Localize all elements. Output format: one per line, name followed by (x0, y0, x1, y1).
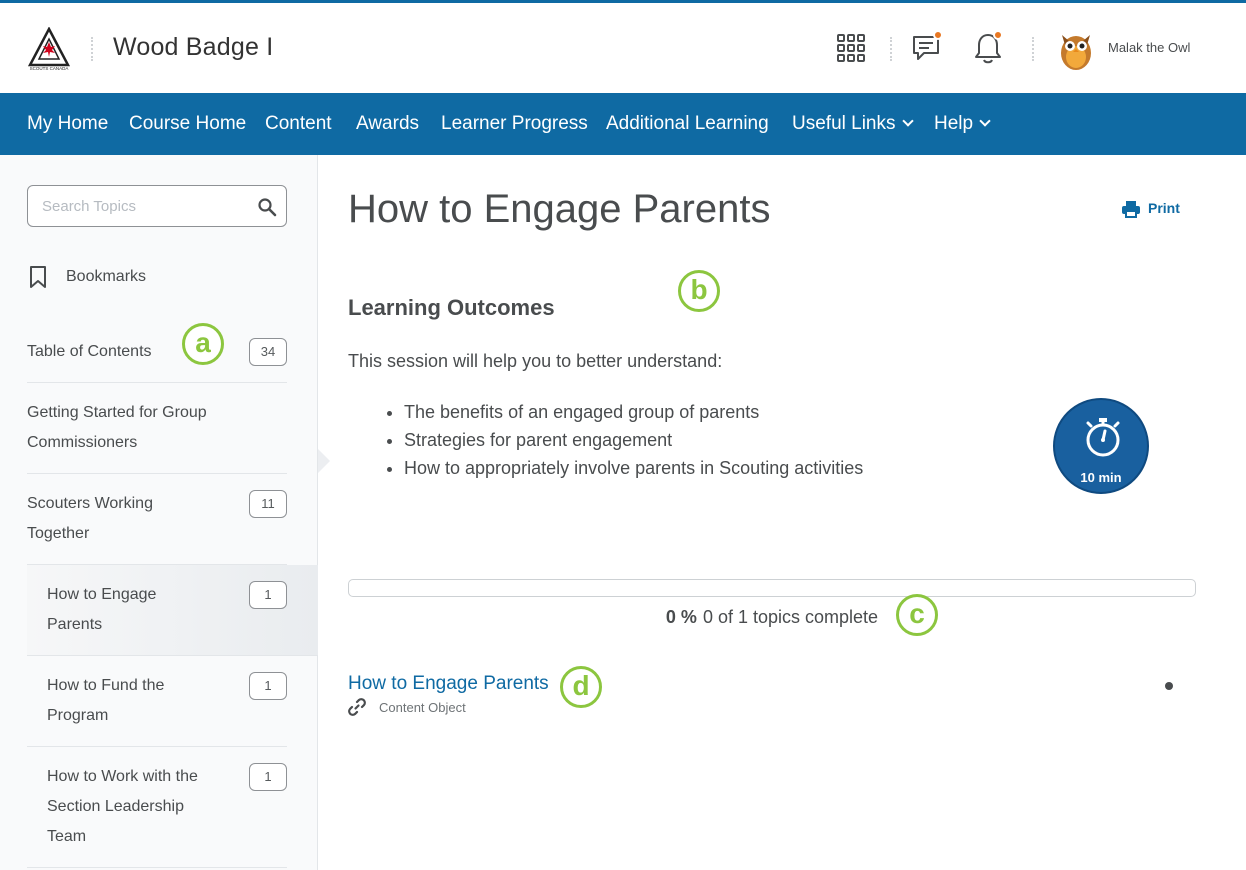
bookmarks-label: Bookmarks (66, 268, 147, 285)
nav-learner-progress[interactable]: Learner Progress (441, 113, 588, 135)
search-topics-input[interactable] (42, 196, 242, 216)
course-navbar: My Home Course Home Content Awards Learn… (0, 93, 1246, 155)
toc-count-badge: 1 (249, 581, 287, 609)
user-name[interactable]: Malak the Owl (1108, 40, 1190, 55)
toc-item-label: How to Fund the Program (47, 677, 165, 724)
nav-useful-links[interactable]: Useful Links (792, 113, 914, 135)
nav-awards[interactable]: Awards (356, 113, 419, 135)
nav-additional-learning[interactable]: Additional Learning (606, 113, 769, 135)
annotation-marker-b: b (678, 270, 720, 312)
course-header: SCOUTS CANADA Wood Badge I Malak the Owl (0, 3, 1246, 93)
active-item-pointer (318, 449, 330, 473)
svg-text:SCOUTS CANADA: SCOUTS CANADA (30, 66, 69, 71)
progress-bar (348, 579, 1196, 597)
topic-status-dot (1165, 682, 1173, 690)
bookmarks-link[interactable]: Bookmarks (27, 263, 287, 293)
header-divider (890, 37, 892, 61)
apps-grid-icon[interactable] (833, 30, 869, 66)
learning-outcomes-heading: Learning Outcomes (348, 295, 555, 320)
nav-label: Content (265, 113, 332, 134)
course-title[interactable]: Wood Badge I (113, 33, 273, 62)
nav-label: Awards (356, 113, 420, 134)
header-divider (1032, 37, 1034, 61)
toc-count-badge: 34 (249, 338, 287, 366)
nav-help[interactable]: Help (934, 113, 991, 135)
toc-item-label: How to Engage Parents (47, 586, 157, 633)
toc-count-badge: 1 (249, 763, 287, 791)
learning-outcome-item: The benefits of an engaged group of pare… (404, 398, 863, 426)
user-avatar[interactable] (1057, 27, 1095, 71)
stopwatch-icon (1086, 418, 1120, 457)
progress-count: 0 of 1 topics complete (702, 607, 879, 627)
chat-notification-dot (933, 30, 943, 40)
nav-label: Useful Links (792, 113, 896, 134)
duration-label: 10 min (1080, 470, 1122, 485)
toc-item-label: How to Work with the Section Leadership … (47, 768, 198, 845)
topic-link-how-to-engage-parents[interactable]: How to Engage Parents (348, 673, 549, 695)
duration-badge: 10 min (1053, 398, 1149, 494)
print-icon (1122, 201, 1140, 218)
bookmark-icon (30, 266, 46, 288)
annotation-marker-c: c (896, 594, 938, 636)
chevron-down-icon (979, 115, 991, 127)
toc-count-badge: 1 (249, 672, 287, 700)
nav-label: Additional Learning (606, 113, 769, 134)
progress-percent: 0 % (665, 607, 697, 627)
print-button[interactable]: Print (1121, 197, 1191, 221)
chevron-down-icon (901, 115, 914, 127)
toc-item-label: Scouters Working Together (27, 495, 153, 542)
annotation-marker-a: a (182, 323, 224, 365)
learning-outcome-item: Strategies for parent engagement (404, 426, 863, 454)
bell-notification-dot (993, 30, 1003, 40)
annotation-marker-d: d (560, 666, 602, 708)
nav-content[interactable]: Content (265, 113, 332, 135)
toc-item-section-leadership-team[interactable]: How to Work with the Section Leadership … (27, 747, 287, 868)
nav-label: My Home (27, 113, 109, 134)
progress-summary: 0 % 0 of 1 topics complete (348, 607, 1196, 628)
nav-course-home[interactable]: Course Home (129, 113, 246, 135)
toc-item-label: Getting Started for Group Commissioners (27, 404, 207, 451)
toc-count-badge: 11 (249, 490, 287, 518)
learning-outcomes-intro: This session will help you to better und… (348, 351, 723, 371)
scouts-canada-logo[interactable]: SCOUTS CANADA (28, 27, 70, 71)
print-label: Print (1148, 200, 1180, 216)
toc-sidebar: Bookmarks Table of Contents 34 Getting S… (0, 155, 318, 870)
nav-label: Course Home (129, 113, 247, 134)
header-divider (91, 37, 93, 61)
main-content: How to Engage Parents Print Learning Out… (319, 155, 1246, 870)
toc-item-table-of-contents[interactable]: Table of Contents 34 (27, 325, 287, 383)
search-icon[interactable] (257, 197, 277, 217)
toc-item-how-to-engage-parents[interactable]: How to Engage Parents 1 (27, 565, 318, 656)
toc-item-getting-started[interactable]: Getting Started for Group Commissioners (27, 383, 287, 474)
page-title: How to Engage Parents (348, 187, 771, 231)
topic-type-label: Content Object (379, 700, 466, 715)
nav-my-home[interactable]: My Home (27, 113, 108, 135)
toc-item-scouters-working-together[interactable]: Scouters Working Together 11 (27, 474, 287, 565)
learning-outcome-item: How to appropriately involve parents in … (404, 454, 863, 482)
nav-label: Help (934, 113, 974, 134)
nav-label: Learner Progress (441, 113, 588, 134)
toc-item-how-to-fund-the-program[interactable]: How to Fund the Program 1 (27, 656, 287, 747)
link-icon (348, 698, 366, 716)
search-topics-box (27, 185, 287, 227)
learning-outcomes-list: The benefits of an engaged group of pare… (404, 398, 863, 482)
